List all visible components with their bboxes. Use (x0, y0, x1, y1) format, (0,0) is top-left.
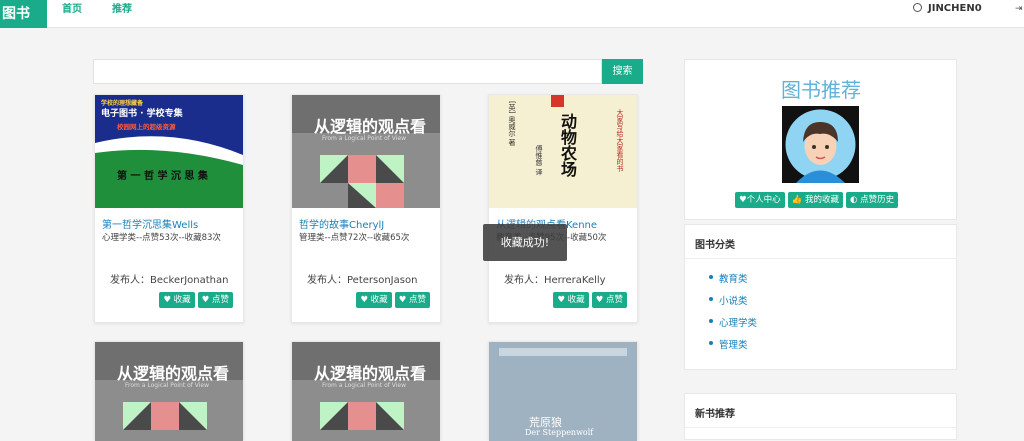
book-publisher: 发布人：PetersonJason (307, 275, 418, 286)
book-cover[interactable]: 从逻辑的观点看 From a Logical Point of View (292, 342, 440, 441)
heart-icon: ♥ (360, 295, 368, 305)
avatar (782, 106, 859, 183)
profile-label: 个人中心 (746, 195, 781, 205)
like-history-button[interactable]: ◐ 点赞历史 (845, 192, 899, 208)
book-meta: 管理类--点赞72次--收藏65次 (299, 233, 410, 243)
toast-message: 收藏成功! (483, 224, 567, 261)
book-cover[interactable]: [英] 奥威尔 著 动物农场 傅惟慈 译 大家写给大家看的书 (489, 95, 637, 208)
username: JINCHEN0 (928, 3, 982, 14)
cover-author: [英] 奥威尔 著 (508, 101, 516, 146)
collect-button[interactable]: ♥ 收藏 (159, 292, 195, 308)
cover-subtitle: Der Steppenwolf (525, 428, 594, 437)
collect-label: 收藏 (370, 295, 388, 305)
book-publisher: 发布人：HerreraKelly (504, 275, 606, 286)
nav-home[interactable]: 首页 (62, 0, 82, 28)
book-card: 从逻辑的观点看 From a Logical Point of View (291, 341, 441, 441)
user-menu[interactable]: JINCHEN0 (913, 0, 982, 20)
cover-tagline: 校园网上的超级资源 (117, 123, 176, 131)
book-card: 从逻辑的观点看 From a Logical Point of View 哲学的… (291, 94, 441, 323)
book-title[interactable]: 第一哲学沉思集Wells (102, 216, 198, 231)
book-cover[interactable]: 从逻辑的观点看 From a Logical Point of View (292, 95, 440, 208)
new-books-panel: 新书推荐 (684, 393, 957, 440)
book-card: [英] 奥威尔 著 动物农场 傅惟慈 译 大家写给大家看的书 从逻辑的观点看Ke… (488, 94, 638, 323)
collect-label: 收藏 (567, 295, 585, 305)
book-cover[interactable]: 从逻辑的观点看 From a Logical Point of View (95, 342, 243, 441)
like-button[interactable]: ♥ 点赞 (394, 292, 430, 308)
book-cover[interactable]: 学校的理想藏备 电子图书 · 学校专集 校园网上的超级资源 第 一 哲 学 沉 … (95, 95, 243, 208)
like-label: 点赞 (605, 295, 623, 305)
book-title[interactable]: 哲学的故事CherylJ (299, 216, 384, 231)
category-item[interactable]: 小说类 (709, 293, 748, 307)
half-circle-icon: ◐ (849, 195, 858, 205)
heart-icon: ♥ (398, 295, 407, 305)
user-icon (913, 3, 922, 12)
cover-translator: 傅惟慈 译 (535, 145, 543, 176)
search-button[interactable]: 搜索 (602, 59, 643, 84)
like-label: 点赞 (408, 295, 426, 305)
collections-label: 我的收藏 (804, 195, 839, 205)
book-card: 荒原狼 Der Steppenwolf (488, 341, 638, 441)
heart-icon: ♥ (201, 295, 210, 305)
history-label: 点赞历史 (860, 195, 895, 205)
profile-button[interactable]: ♥个人中心 (735, 192, 785, 208)
recommend-title: 图书推荐 (781, 78, 861, 102)
cover-book-title: 动物农场 (558, 113, 577, 177)
collect-button[interactable]: ♥ 收藏 (356, 292, 392, 308)
collect-label: 收藏 (173, 295, 191, 305)
book-card: 从逻辑的观点看 From a Logical Point of View (94, 341, 244, 441)
thumbs-up-icon: 👍 (791, 195, 803, 205)
cover-badge (551, 95, 564, 107)
nav-recommend[interactable]: 推荐 (112, 0, 132, 28)
category-item[interactable]: 管理类 (709, 337, 748, 351)
like-button[interactable]: ♥ 点赞 (591, 292, 627, 308)
cover-name: 电子图书 · 学校专集 (101, 109, 183, 119)
like-label: 点赞 (211, 295, 229, 305)
collect-button[interactable]: ♥ 收藏 (553, 292, 589, 308)
my-collections-button[interactable]: 👍 我的收藏 (787, 192, 843, 208)
category-item[interactable]: 心理学类 (708, 315, 757, 329)
heart-icon: ♥ (557, 295, 565, 305)
heart-icon: ♥ (163, 295, 171, 305)
category-title: 图书分类 (695, 240, 735, 251)
search-input[interactable] (93, 59, 602, 84)
like-button[interactable]: ♥ 点赞 (197, 292, 233, 308)
category-panel: 图书分类 教育类 小说类 心理学类 管理类 (684, 224, 957, 370)
logout-icon[interactable]: ⇥ (1015, 4, 1023, 14)
category-item[interactable]: 教育类 (709, 271, 748, 285)
cover-book-title: 第 一 哲 学 沉 思 集 (117, 171, 208, 182)
cover-stripe (499, 348, 627, 356)
top-navbar: 图书 首页 推荐 JINCHEN0 ⇥ (0, 0, 1024, 28)
book-cover[interactable]: 荒原狼 Der Steppenwolf (489, 342, 637, 441)
brand-logo[interactable]: 图书 (0, 0, 47, 28)
book-meta: 心理学类--点赞53次--收藏83次 (102, 233, 221, 243)
book-card: 学校的理想藏备 电子图书 · 学校专集 校园网上的超级资源 第 一 哲 学 沉 … (94, 94, 244, 323)
cover-side-text: 大家写给大家看的书 (616, 109, 624, 172)
recommend-panel: 图书推荐 ♥个人中心 👍 我的收藏 ◐ 点赞历史 (684, 59, 957, 220)
heart-icon: ♥ (739, 195, 747, 205)
book-publisher: 发布人：BeckerJonathan (110, 275, 229, 286)
new-books-title: 新书推荐 (695, 409, 735, 420)
heart-icon: ♥ (595, 295, 604, 305)
